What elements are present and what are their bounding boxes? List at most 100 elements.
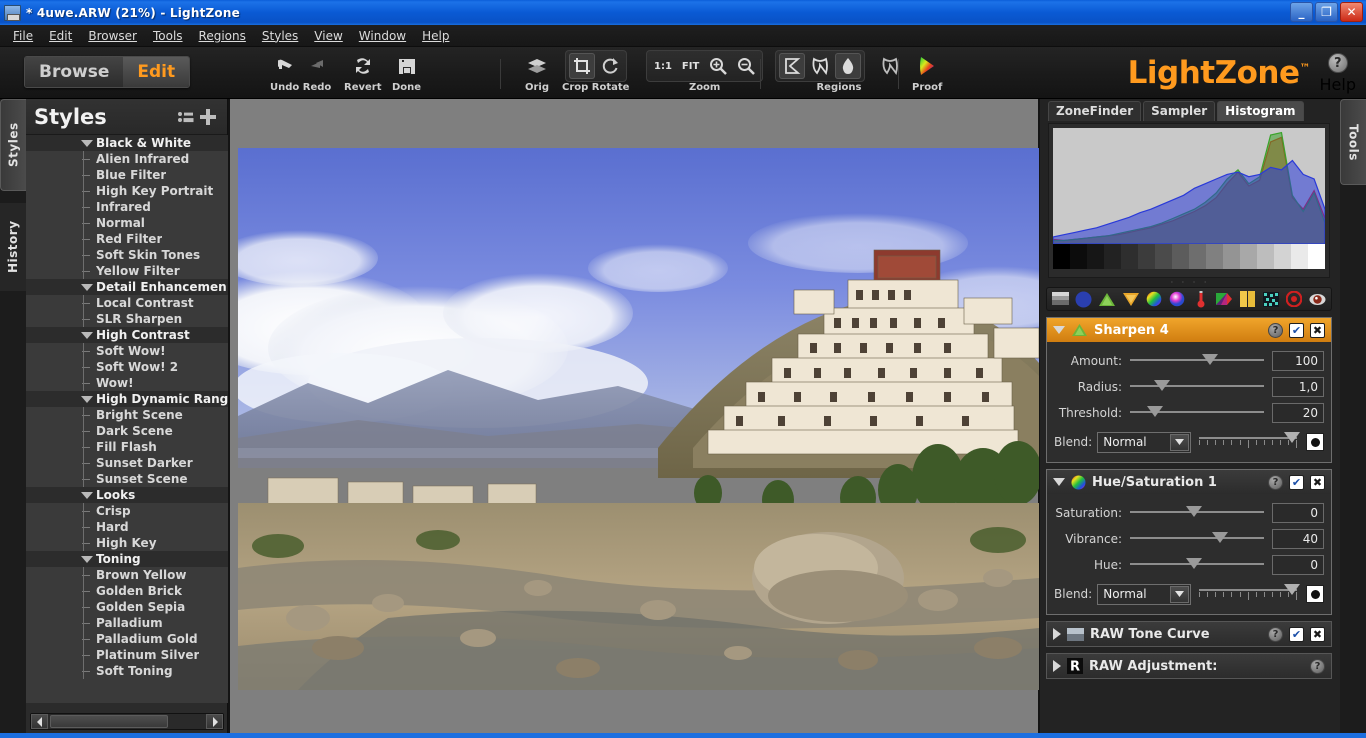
color-balance-icon[interactable] bbox=[1168, 290, 1187, 309]
style-item-row[interactable]: SLR Sharpen bbox=[26, 311, 228, 327]
revert-icon[interactable] bbox=[350, 53, 376, 79]
sidebar-tab-styles[interactable]: Styles bbox=[0, 99, 26, 191]
expand-triangle-icon[interactable] bbox=[1053, 628, 1061, 640]
slider-track[interactable] bbox=[1130, 351, 1264, 371]
slider-knob[interactable] bbox=[1212, 532, 1228, 543]
style-group-row[interactable]: Looks bbox=[26, 487, 228, 503]
style-item-row[interactable]: Sunset Darker bbox=[26, 455, 228, 471]
zoom-out-icon[interactable] bbox=[733, 53, 759, 79]
styles-horizontal-scrollbar[interactable] bbox=[30, 713, 224, 730]
style-item-row[interactable]: Soft Skin Tones bbox=[26, 247, 228, 263]
expand-triangle-icon[interactable] bbox=[78, 396, 96, 403]
tab-zonefinder[interactable]: ZoneFinder bbox=[1048, 101, 1141, 121]
slider-value-field[interactable]: 40 bbox=[1272, 529, 1324, 549]
module-enable-checkbox[interactable]: ✔ bbox=[1289, 323, 1304, 338]
region-polygon-icon[interactable] bbox=[779, 53, 805, 79]
region-bezier-icon[interactable] bbox=[807, 53, 833, 79]
style-item-row[interactable]: Soft Wow! bbox=[26, 343, 228, 359]
slider-knob[interactable] bbox=[1186, 558, 1202, 569]
slider-knob[interactable] bbox=[1154, 380, 1170, 391]
style-group-row[interactable]: Black & White bbox=[26, 135, 228, 151]
style-item-row[interactable]: Yellow Filter bbox=[26, 263, 228, 279]
style-item-row[interactable]: Brown Yellow bbox=[26, 567, 228, 583]
zoom-fit-button[interactable]: FIT bbox=[678, 61, 703, 72]
style-item-row[interactable]: High Key Portrait bbox=[26, 183, 228, 199]
style-item-row[interactable]: Palladium bbox=[26, 615, 228, 631]
blend-mask-button[interactable] bbox=[1306, 585, 1324, 603]
clone-icon[interactable] bbox=[1308, 290, 1327, 309]
channel-mixer-icon[interactable] bbox=[1238, 290, 1257, 309]
opacity-slider[interactable] bbox=[1199, 583, 1301, 605]
zoom-in-icon[interactable] bbox=[705, 53, 731, 79]
edited-photo[interactable] bbox=[238, 148, 1039, 690]
scroll-right-arrow-icon[interactable] bbox=[206, 714, 223, 729]
redo-icon[interactable] bbox=[303, 53, 329, 79]
module-enable-checkbox[interactable]: ✔ bbox=[1289, 627, 1304, 642]
opacity-slider[interactable] bbox=[1199, 431, 1301, 453]
collapse-triangle-icon[interactable] bbox=[1053, 326, 1065, 334]
slider-value-field[interactable]: 20 bbox=[1272, 403, 1324, 423]
slider-knob[interactable] bbox=[1147, 406, 1163, 417]
menu-browser[interactable]: Browser bbox=[81, 27, 144, 45]
noise-reduction-icon[interactable] bbox=[1261, 290, 1280, 309]
menu-tools[interactable]: Tools bbox=[146, 27, 190, 45]
slider-knob[interactable] bbox=[1186, 506, 1202, 517]
style-item-row[interactable]: Fill Flash bbox=[26, 439, 228, 455]
style-group-row[interactable]: Detail Enhancemen bbox=[26, 279, 228, 295]
zoom-1-1-button[interactable]: 1:1 bbox=[650, 61, 676, 72]
opacity-knob[interactable] bbox=[1284, 432, 1300, 443]
add-style-icon[interactable] bbox=[197, 106, 219, 128]
slider-value-field[interactable]: 0 bbox=[1272, 555, 1324, 575]
style-item-row[interactable]: Golden Brick bbox=[26, 583, 228, 599]
style-item-row[interactable]: Wow! bbox=[26, 375, 228, 391]
white-balance-icon[interactable] bbox=[1191, 290, 1210, 309]
style-item-row[interactable]: High Key bbox=[26, 535, 228, 551]
sidebar-tab-tools[interactable]: Tools bbox=[1340, 99, 1366, 185]
layers-orig-icon[interactable] bbox=[524, 53, 550, 79]
panel-drag-handle[interactable]: · · · · bbox=[1040, 278, 1340, 286]
zonemapper-icon[interactable] bbox=[1051, 290, 1070, 309]
image-canvas[interactable] bbox=[228, 99, 1040, 738]
style-item-row[interactable]: Infrared bbox=[26, 199, 228, 215]
undo-icon[interactable] bbox=[273, 53, 299, 79]
style-item-row[interactable]: Soft Wow! 2 bbox=[26, 359, 228, 375]
region-clone-icon[interactable] bbox=[877, 53, 903, 79]
sidebar-tab-history[interactable]: History bbox=[0, 203, 26, 291]
chevron-down-icon[interactable] bbox=[1170, 434, 1189, 451]
scrollbar-track[interactable] bbox=[48, 714, 206, 729]
expand-triangle-icon[interactable] bbox=[78, 492, 96, 499]
style-item-row[interactable]: Blue Filter bbox=[26, 167, 228, 183]
slider-value-field[interactable]: 1,0 bbox=[1272, 377, 1324, 397]
blur-icon[interactable] bbox=[1121, 290, 1140, 309]
menu-view[interactable]: View bbox=[307, 27, 349, 45]
close-button[interactable]: ✕ bbox=[1340, 2, 1363, 22]
minimize-button[interactable]: _ bbox=[1290, 2, 1313, 22]
crop-icon[interactable] bbox=[569, 53, 595, 79]
module-header-raw-adjustments[interactable]: RRAW Adjustment:? bbox=[1047, 654, 1331, 678]
edit-mode-button[interactable]: Edit bbox=[123, 57, 189, 87]
sharpen-icon[interactable] bbox=[1098, 290, 1117, 309]
style-item-row[interactable]: Platinum Silver bbox=[26, 647, 228, 663]
module-help-icon[interactable]: ? bbox=[1268, 627, 1283, 642]
menu-styles[interactable]: Styles bbox=[255, 27, 305, 45]
style-item-row[interactable]: Alien Infrared bbox=[26, 151, 228, 167]
blend-mode-select[interactable]: Normal bbox=[1097, 584, 1191, 605]
style-item-row[interactable]: Crisp bbox=[26, 503, 228, 519]
red-eye-icon[interactable] bbox=[1284, 290, 1303, 309]
slider-value-field[interactable]: 0 bbox=[1272, 503, 1324, 523]
tab-histogram[interactable]: Histogram bbox=[1217, 101, 1303, 121]
list-view-icon[interactable] bbox=[175, 106, 197, 128]
tab-sampler[interactable]: Sampler bbox=[1143, 101, 1215, 121]
slider-track[interactable] bbox=[1130, 503, 1264, 523]
style-item-row[interactable]: Bright Scene bbox=[26, 407, 228, 423]
style-item-row[interactable]: Soft Toning bbox=[26, 663, 228, 679]
collapse-triangle-icon[interactable] bbox=[1053, 478, 1065, 486]
chevron-down-icon[interactable] bbox=[1170, 586, 1189, 603]
rotate-icon[interactable] bbox=[597, 53, 623, 79]
blend-mask-button[interactable] bbox=[1306, 433, 1324, 451]
style-item-row[interactable]: Dark Scene bbox=[26, 423, 228, 439]
opacity-knob[interactable] bbox=[1284, 584, 1300, 595]
help-button[interactable]: ? Help bbox=[1320, 53, 1356, 94]
hue-saturation-icon[interactable] bbox=[1144, 290, 1163, 309]
region-blob-icon[interactable] bbox=[835, 53, 861, 79]
